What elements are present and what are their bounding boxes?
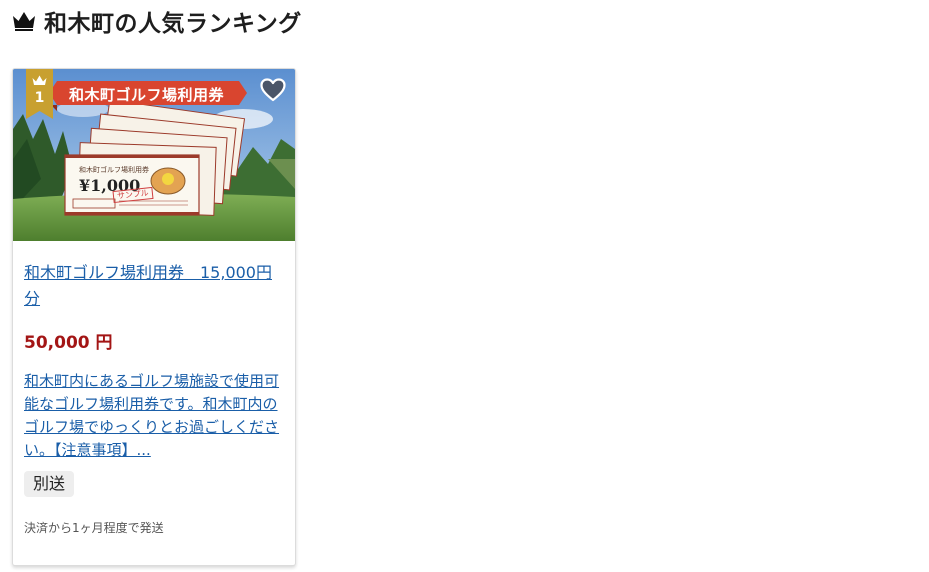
ticket-title: 和木町ゴルフ場利用券 — [79, 166, 149, 174]
product-description-link[interactable]: 和木町内にあるゴルフ場施設で使用可能なゴルフ場利用券です。和木町内のゴルフ場でゆ… — [24, 370, 282, 462]
crown-icon — [13, 12, 35, 31]
heart-icon[interactable] — [260, 78, 286, 102]
product-name-link[interactable]: 和木町ゴルフ場利用券 15,000円分 — [24, 260, 286, 312]
rank-crown-icon — [32, 75, 47, 85]
ranking-card[interactable]: 和木町ゴルフ場利用券 和木町ゴルフ場利用券 ¥1,000 サンプル 1 和木町ゴ… — [12, 68, 296, 566]
page-title: 和木町の人気ランキング — [44, 11, 302, 37]
banner-text: 和木町ゴルフ場利用券 — [69, 86, 225, 104]
rank-number: 1 — [34, 90, 45, 106]
product-price: 50,000 円 — [24, 333, 113, 353]
shipping-tag: 別送 — [24, 471, 75, 497]
ranking-header: 和木町の人気ランキング — [12, 4, 302, 38]
product-image[interactable]: 和木町ゴルフ場利用券 和木町ゴルフ場利用券 ¥1,000 サンプル 1 — [13, 69, 295, 241]
shipping-note: 決済から1ヶ月程度で発送 — [24, 521, 164, 535]
